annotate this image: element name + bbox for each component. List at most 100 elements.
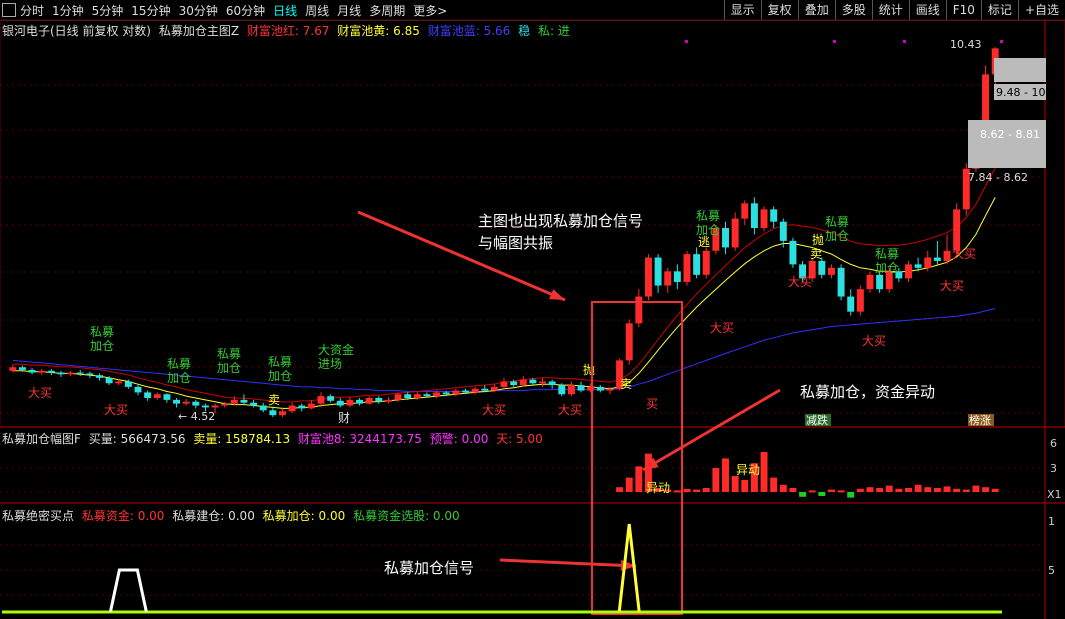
- sub1-bar: [770, 477, 778, 492]
- candle-body: [982, 74, 990, 127]
- sub1-bar: [760, 452, 768, 492]
- candle-body: [201, 405, 209, 408]
- kline-chart[interactable]: 10.43 9.48 - 10. 8.62 - 8.81 7.84 - 8.62 ← 4…: [0, 0, 1065, 619]
- private-add-signal: 私募: [268, 355, 292, 369]
- candle-body: [115, 381, 123, 384]
- candle-body: [827, 267, 835, 275]
- candle-body: [192, 401, 200, 406]
- axis-label: X1: [1047, 488, 1062, 501]
- private-add-signal: 加仓: [875, 261, 899, 275]
- axis-label: 5: [1048, 564, 1055, 577]
- candle-body: [86, 373, 94, 376]
- candle-body: [818, 260, 826, 275]
- candle-body: [28, 369, 36, 373]
- candle-body: [567, 385, 575, 395]
- candle-body: [770, 209, 778, 222]
- private-add-signal: 私募: [217, 347, 241, 361]
- price-label: ← 4.52: [178, 410, 215, 423]
- sub1-bar: [991, 488, 999, 492]
- sub1-bar: [876, 488, 884, 492]
- sub1-bar: [693, 489, 701, 492]
- big-fund-signal: 大资金: [318, 342, 354, 357]
- candle-body: [914, 264, 922, 268]
- sub1-bar: [789, 488, 797, 492]
- marker-dot: [833, 40, 836, 43]
- sub1-bar: [943, 486, 951, 492]
- candle-body: [856, 289, 864, 312]
- candle-body: [211, 405, 219, 408]
- candle-body: [654, 257, 662, 286]
- sub1-bar: [625, 477, 633, 492]
- sub1-bar: [818, 492, 826, 496]
- candle-body: [423, 394, 431, 397]
- rise-tag: 榜涨: [969, 413, 991, 427]
- candle-body: [673, 271, 681, 282]
- candle-body: [779, 221, 787, 241]
- candle-body: [259, 405, 267, 411]
- candle-body: [317, 396, 325, 404]
- marker-dot: [1000, 40, 1003, 43]
- candle-body: [519, 379, 527, 386]
- candle-body: [866, 274, 874, 290]
- big-buy-signal: 大买: [940, 279, 964, 293]
- fall-tag: 减跌: [806, 413, 828, 427]
- candle-body: [230, 399, 238, 404]
- anomaly-label: 异动: [736, 463, 760, 477]
- private-add-signal: 私募: [825, 215, 849, 229]
- private-add-signal: 加仓: [167, 371, 191, 385]
- candle-body: [490, 386, 498, 391]
- sub1-bar: [847, 492, 855, 498]
- candle-body: [298, 405, 306, 409]
- candle-body: [741, 203, 749, 219]
- candle-body: [876, 274, 884, 290]
- sell-signal: 卖: [620, 377, 632, 391]
- candle-body: [375, 397, 383, 402]
- axis-label: 6: [1050, 437, 1057, 450]
- price-label: 9.48 - 10.: [996, 86, 1049, 99]
- price-label: 8.62 - 8.81: [980, 128, 1040, 141]
- annotation-main: 主图也出现私募加仓信号: [478, 212, 643, 230]
- candle-body: [336, 400, 344, 406]
- candle-body: [279, 411, 286, 416]
- candle-body: [269, 410, 277, 416]
- sub1-bar: [702, 488, 710, 492]
- private-add-signal: 加仓: [90, 339, 114, 353]
- big-buy-signal: 大买: [28, 386, 52, 400]
- candle-body: [163, 394, 171, 400]
- arrow-bottom: [499, 558, 637, 568]
- sub1-bar: [779, 484, 787, 492]
- sub1-bar: [982, 487, 990, 492]
- candle-body: [577, 385, 585, 391]
- sub1-bar: [616, 487, 624, 492]
- candle-body: [327, 396, 335, 401]
- big-buy-signal: 大买: [862, 334, 886, 348]
- candle-body: [144, 392, 152, 398]
- axis-label: 1: [1048, 515, 1055, 528]
- private-add-signal: 私募: [90, 325, 114, 339]
- sub1-bar: [731, 476, 739, 492]
- big-buy-signal: 大买: [710, 321, 734, 335]
- candle-body: [413, 394, 421, 398]
- candle-body: [462, 390, 469, 393]
- candle-body: [905, 264, 912, 279]
- highlight-box: [591, 301, 683, 615]
- candle-body: [606, 388, 614, 391]
- candle-body: [548, 381, 556, 386]
- annotation-bottom: 私募加仓信号: [384, 559, 474, 577]
- sub1-bar: [799, 492, 807, 497]
- candle-body: [702, 250, 710, 275]
- candle-body: [933, 257, 941, 261]
- annotation-main: 与幅图共振: [478, 234, 553, 252]
- price-label: 7.84 - 8.62: [968, 171, 1028, 184]
- big-buy-signal: 大买: [788, 275, 812, 289]
- sub1-bar: [972, 485, 980, 492]
- candle-body: [750, 203, 758, 228]
- candle-body: [394, 394, 402, 400]
- candle-body: [404, 394, 412, 398]
- big-fund-signal: 进场: [318, 357, 342, 371]
- candle-body: [924, 257, 932, 268]
- candle-body: [731, 218, 739, 248]
- candle-body: [288, 405, 296, 412]
- sub1-bar: [885, 485, 893, 492]
- candle-body: [510, 381, 518, 386]
